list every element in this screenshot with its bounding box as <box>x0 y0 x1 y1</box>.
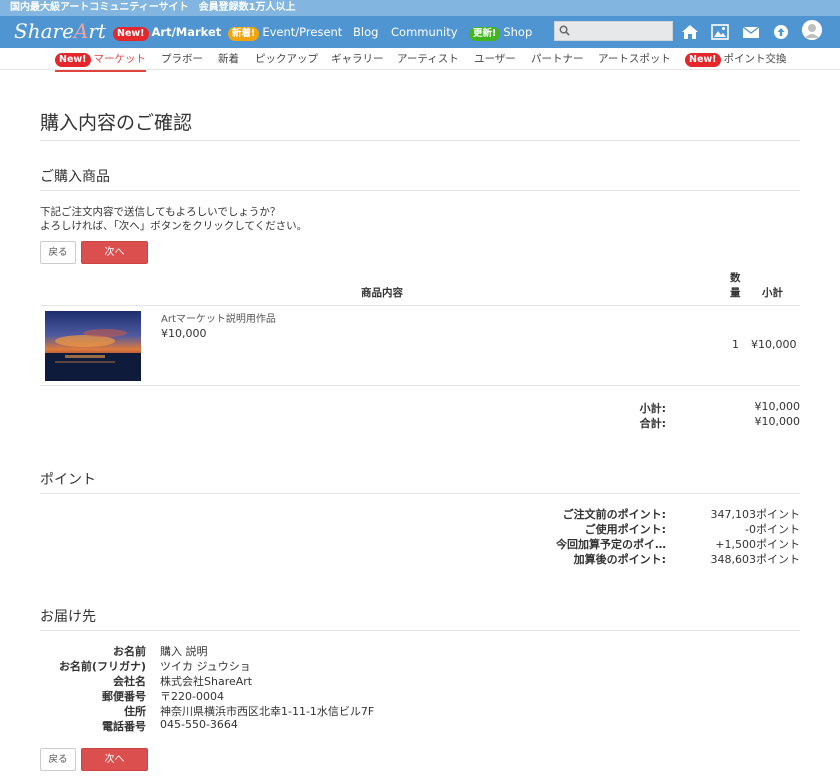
total-value: ¥10,000 <box>754 415 801 428</box>
subnav-market[interactable]: New! マーケット <box>55 51 147 72</box>
subnav-artist[interactable]: アーティスト <box>397 51 459 66</box>
product-price: ¥10,000 <box>161 327 207 340</box>
user-avatar[interactable] <box>802 20 822 40</box>
divider <box>40 493 800 494</box>
divider <box>40 140 800 141</box>
search-input[interactable] <box>573 23 669 39</box>
subnav-point-exchange-label: ポイント交換 <box>723 53 787 65</box>
col-header-qty-1: 数 <box>730 272 741 284</box>
confirm-message-line1: 下記ご注文内容で送信してもよろしいでしょうか？ <box>40 206 281 218</box>
name-label: お名前 <box>113 645 146 658</box>
divider <box>40 190 800 191</box>
new-badge: New! <box>685 53 721 67</box>
back-button[interactable]: 戻る <box>40 241 76 264</box>
points-heading: ポイント <box>40 472 96 488</box>
address-value: 神奈川県横浜市西区北幸1-11-1水信ビル7F <box>160 705 375 718</box>
points-before-value: 347,103ポイント <box>710 508 801 521</box>
subnav-new[interactable]: 新着 <box>218 51 239 66</box>
products-heading: ご購入商品 <box>40 169 110 185</box>
next-button[interactable]: 次へ <box>81 241 148 264</box>
subtotal-value: ¥10,000 <box>754 400 801 413</box>
points-before-label: ご注文前のポイント: <box>562 508 666 521</box>
subnav-bravo[interactable]: プラボー <box>161 51 203 66</box>
search-icon <box>559 25 570 36</box>
phone-label: 電話番号 <box>102 720 146 733</box>
sub-navigation: New! マーケット プラボー 新着 ピックアップ ギャラリー アーティスト ユー… <box>0 48 840 72</box>
divider <box>40 305 800 306</box>
points-to-add-label: 今回加算予定のポイ… <box>556 538 666 551</box>
updated-badge: 更新! <box>469 27 501 41</box>
product-qty: 1 <box>732 338 739 351</box>
nav-blog-label: Blog <box>353 25 379 39</box>
mail-icon[interactable] <box>742 24 760 40</box>
new-badge: New! <box>113 27 149 41</box>
new-badge: New! <box>55 53 91 67</box>
logo-prefix: Share <box>14 19 74 43</box>
product-thumbnail[interactable] <box>45 311 141 381</box>
divider <box>40 385 800 386</box>
next-button-bottom[interactable]: 次へ <box>81 748 148 771</box>
furigana-value: ツイカ ジュウショ <box>160 660 251 673</box>
address-label: 住所 <box>124 705 146 718</box>
col-header-qty-2: 量 <box>730 287 741 299</box>
product-subtotal: ¥10,000 <box>751 338 797 351</box>
points-used-label: ご使用ポイント: <box>584 523 666 536</box>
back-button-bottom[interactable]: 戻る <box>40 748 76 771</box>
company-value: 株式会社ShareArt <box>160 675 253 688</box>
logo-accent: A <box>73 19 89 43</box>
total-label: 合計: <box>639 417 666 430</box>
nav-art-market-label: Art/Market <box>151 25 222 39</box>
confirm-message: 下記ご注文内容で送信してもよろしいでしょうか？ よろしければ、「次へ」ボタンをク… <box>40 205 307 233</box>
divider <box>40 630 800 631</box>
confirm-message-line2: よろしければ、「次へ」ボタンをクリックしてください。 <box>40 220 308 232</box>
page-title: 購入内容のご確認 <box>40 112 193 134</box>
nav-event-present[interactable]: 新着! Event/Present <box>228 25 342 41</box>
col-header-subtotal: 小計 <box>762 287 783 299</box>
delivery-heading: お届け先 <box>40 609 96 625</box>
phone-value: 045-550-3664 <box>160 718 238 731</box>
avatar-silhouette-icon <box>802 20 822 40</box>
search-box[interactable] <box>554 21 673 41</box>
postal-code-label: 郵便番号 <box>102 690 146 703</box>
postal-code-value: 〒220-0004 <box>160 690 224 703</box>
nav-art-market[interactable]: New! Art/Market <box>113 25 221 41</box>
name-value: 購入 説明 <box>160 645 208 658</box>
site-tagline: 国内最大級アートコミュニティーサイト 会員登録数1万人以上 <box>0 0 840 16</box>
home-icon[interactable] <box>681 24 699 40</box>
nav-community-label: Community <box>391 25 458 39</box>
upload-icon[interactable] <box>772 24 790 40</box>
logo-suffix: rt <box>88 19 106 43</box>
nav-event-present-label: Event/Present <box>262 25 343 39</box>
points-to-add-value: +1,500ポイント <box>715 538 800 551</box>
main-navbar: ShareArt New! Art/Market 新着! Event/Present… <box>0 16 840 48</box>
sunset-artwork-image <box>45 311 141 381</box>
sharart-logo[interactable]: ShareArt <box>14 19 106 43</box>
subnav-pickup[interactable]: ピックアップ <box>255 51 318 66</box>
nav-community[interactable]: Community <box>391 25 458 39</box>
col-header-content: 商品内容 <box>361 287 403 299</box>
points-after-value: 348,603ポイント <box>710 553 801 566</box>
nav-shop[interactable]: 更新! Shop <box>469 25 532 41</box>
subnav-market-label: マーケット <box>93 53 147 65</box>
subtotal-label: 小計: <box>639 402 666 415</box>
subnav-gallery[interactable]: ギャラリー <box>331 51 384 66</box>
points-after-label: 加算後のポイント: <box>573 553 666 566</box>
product-title[interactable]: Artマーケット説明用作品 <box>161 310 276 325</box>
subnav-point-exchange[interactable]: New! ポイント交換 <box>685 51 787 67</box>
nav-blog[interactable]: Blog <box>353 25 378 39</box>
subnav-art-spot[interactable]: アートスポット <box>598 51 671 66</box>
gallery-icon[interactable] <box>711 24 729 40</box>
new-arrival-badge: 新着! <box>228 27 260 41</box>
subnav-user[interactable]: ユーザー <box>474 51 516 66</box>
company-label: 会社名 <box>113 675 146 688</box>
nav-shop-label: Shop <box>503 25 533 39</box>
subnav-partner[interactable]: パートナー <box>531 51 584 66</box>
points-used-value: -0ポイント <box>745 523 800 536</box>
furigana-label: お名前(フリガナ) <box>58 660 146 673</box>
